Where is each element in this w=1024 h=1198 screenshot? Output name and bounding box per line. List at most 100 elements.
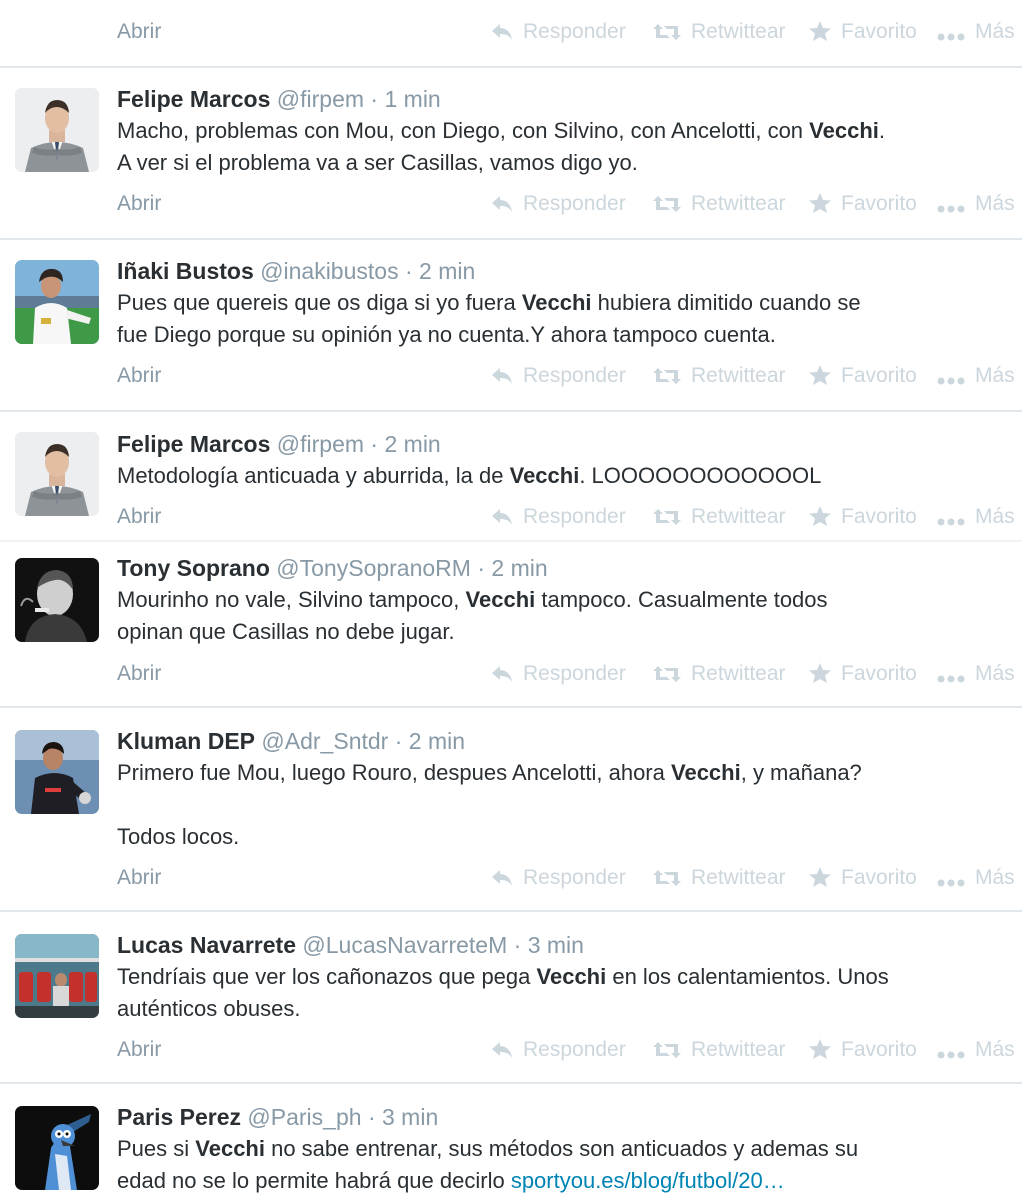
favorite-label: Favorito xyxy=(841,662,917,685)
favorite-label: Favorito xyxy=(841,1038,917,1061)
open-link[interactable]: Abrir xyxy=(117,863,161,893)
tweet-item-7[interactable]: Paris Perez @Paris_ph · 3 min Pues si Ve… xyxy=(0,1084,1024,1198)
retweet-button[interactable]: Retwittear xyxy=(653,361,786,391)
favorite-button[interactable]: Favorito xyxy=(809,361,917,391)
tweet-item-4[interactable]: Tony Soprano @TonySopranoRM · 2 min Mour… xyxy=(0,542,1024,706)
more-button[interactable]: Más xyxy=(937,502,1015,532)
tweet-text-line: auténticos obuses. xyxy=(117,993,1017,1025)
more-button[interactable]: Más xyxy=(937,17,1015,47)
author-handle[interactable]: @LucasNavarreteM xyxy=(302,932,507,958)
reply-button[interactable]: Responder xyxy=(491,502,626,532)
open-link[interactable]: Abrir xyxy=(117,361,161,391)
open-link[interactable]: Abrir xyxy=(117,1035,161,1065)
tweet-item-5[interactable]: Kluman DEP @Adr_Sntdr · 2 min Primero fu… xyxy=(0,708,1024,910)
tweet-item-6[interactable]: Lucas Navarrete @LucasNavarreteM · 3 min… xyxy=(0,912,1024,1082)
separator-dot: · xyxy=(370,431,379,457)
favorite-button[interactable]: Favorito xyxy=(809,502,917,532)
tweet-text-line: Metodología anticuada y aburrida, la de … xyxy=(117,460,1017,492)
avatar[interactable] xyxy=(15,730,99,814)
favorite-button[interactable]: Favorito xyxy=(809,17,917,47)
timestamp[interactable]: 2 min xyxy=(384,431,440,457)
author-handle[interactable]: @TonySopranoRM xyxy=(276,555,471,581)
retweet-button[interactable]: Retwittear xyxy=(653,659,786,689)
more-dots-icon xyxy=(937,33,965,41)
more-button[interactable]: Más xyxy=(937,361,1015,391)
author-handle[interactable]: @Adr_Sntdr xyxy=(261,728,388,754)
avatar[interactable] xyxy=(15,558,99,642)
reply-icon xyxy=(492,870,512,886)
more-button[interactable]: Más xyxy=(937,189,1015,219)
author-handle[interactable]: @Paris_ph xyxy=(247,1104,361,1130)
author-name[interactable]: Lucas Navarrete xyxy=(117,932,296,958)
reply-label: Responder xyxy=(523,505,626,528)
timestamp[interactable]: 3 min xyxy=(382,1104,438,1130)
tweet-text-line: A ver si el problema va a ser Casillas, … xyxy=(117,147,1017,179)
favorite-button[interactable]: Favorito xyxy=(809,1035,917,1065)
timestamp[interactable]: 3 min xyxy=(528,932,584,958)
favorite-button[interactable]: Favorito xyxy=(809,659,917,689)
tweet-text-line: Pues si Vecchi no sabe entrenar, sus mét… xyxy=(117,1133,1017,1165)
timestamp[interactable]: 1 min xyxy=(384,86,440,112)
author-name[interactable]: Tony Soprano xyxy=(117,555,270,581)
author-name[interactable]: Paris Perez xyxy=(117,1104,241,1130)
author-name[interactable]: Iñaki Bustos xyxy=(117,258,254,284)
open-link[interactable]: Abrir xyxy=(117,659,161,689)
open-link[interactable]: Abrir xyxy=(117,17,161,47)
reply-button[interactable]: Responder xyxy=(491,17,626,47)
avatar[interactable] xyxy=(15,260,99,344)
retweet-label: Retwittear xyxy=(691,364,786,387)
author-handle[interactable]: @inakibustos xyxy=(260,258,398,284)
favorite-label: Favorito xyxy=(841,866,917,889)
timestamp[interactable]: 2 min xyxy=(419,258,475,284)
favorite-button[interactable]: Favorito xyxy=(809,189,917,219)
favorite-button[interactable]: Favorito xyxy=(809,863,917,893)
reply-button[interactable]: Responder xyxy=(491,659,626,689)
avatar[interactable] xyxy=(15,1106,99,1190)
reply-button[interactable]: Responder xyxy=(491,361,626,391)
retweet-button[interactable]: Retwittear xyxy=(653,189,786,219)
tweet-actions: Abrir Responder Retwittear Favorito Más xyxy=(117,361,1022,391)
tweet-text-line: Mourinho no vale, Silvino tampoco, Vecch… xyxy=(117,584,1017,616)
reply-button[interactable]: Responder xyxy=(491,863,626,893)
more-button[interactable]: Más xyxy=(937,863,1015,893)
retweet-icon xyxy=(653,870,681,886)
reply-button[interactable]: Responder xyxy=(491,189,626,219)
separator-dot: · xyxy=(477,555,486,581)
avatar[interactable] xyxy=(15,432,99,516)
tweet-link[interactable]: sportyou.es/blog/futbol/20… xyxy=(511,1168,785,1193)
more-button[interactable]: Más xyxy=(937,1035,1015,1065)
tweet-item-3[interactable]: Felipe Marcos @firpem · 2 min Metodologí… xyxy=(0,412,1024,540)
tweet-item-0[interactable]: Abrir Responder Retwittear Favorito Más xyxy=(0,0,1024,66)
text-segment: Macho, problemas con Mou, con Diego, con… xyxy=(117,118,810,143)
tweet-text-line: Tendríais que ver los cañonazos que pega… xyxy=(117,961,1017,993)
retweet-icon xyxy=(653,196,681,212)
retweet-button[interactable]: Retwittear xyxy=(653,1035,786,1065)
more-dots-icon xyxy=(937,518,965,526)
author-name[interactable]: Felipe Marcos xyxy=(117,86,270,112)
text-segment: fue Diego porque su opinión ya no cuenta… xyxy=(117,322,776,347)
tweet-actions: Abrir Responder Retwittear Favorito Más xyxy=(117,1035,1022,1065)
tweet-actions: Abrir Responder Retwittear Favorito Más xyxy=(117,502,1022,532)
timestamp[interactable]: 2 min xyxy=(491,555,547,581)
retweet-button[interactable]: Retwittear xyxy=(653,17,786,47)
author-handle[interactable]: @firpem xyxy=(277,86,364,112)
tweet-actions: Abrir Responder Retwittear Favorito Más xyxy=(117,189,1022,219)
author-name[interactable]: Kluman DEP xyxy=(117,728,255,754)
more-dots-icon xyxy=(937,879,965,887)
open-link[interactable]: Abrir xyxy=(117,502,161,532)
avatar[interactable] xyxy=(15,934,99,1018)
reply-button[interactable]: Responder xyxy=(491,1035,626,1065)
more-button[interactable]: Más xyxy=(937,659,1015,689)
retweet-button[interactable]: Retwittear xyxy=(653,502,786,532)
avatar[interactable] xyxy=(15,88,99,172)
tweet-item-1[interactable]: Felipe Marcos @firpem · 1 min Macho, pro… xyxy=(0,68,1024,238)
tweet-item-2[interactable]: Iñaki Bustos @inakibustos · 2 min Pues q… xyxy=(0,240,1024,410)
retweet-button[interactable]: Retwittear xyxy=(653,863,786,893)
text-segment: . xyxy=(878,118,885,143)
reply-icon xyxy=(492,196,512,212)
timestamp[interactable]: 2 min xyxy=(409,728,465,754)
author-name[interactable]: Felipe Marcos xyxy=(117,431,270,457)
open-link[interactable]: Abrir xyxy=(117,189,161,219)
author-handle[interactable]: @firpem xyxy=(277,431,364,457)
tweet-actions: Abrir Responder Retwittear Favorito Más xyxy=(117,17,1022,47)
